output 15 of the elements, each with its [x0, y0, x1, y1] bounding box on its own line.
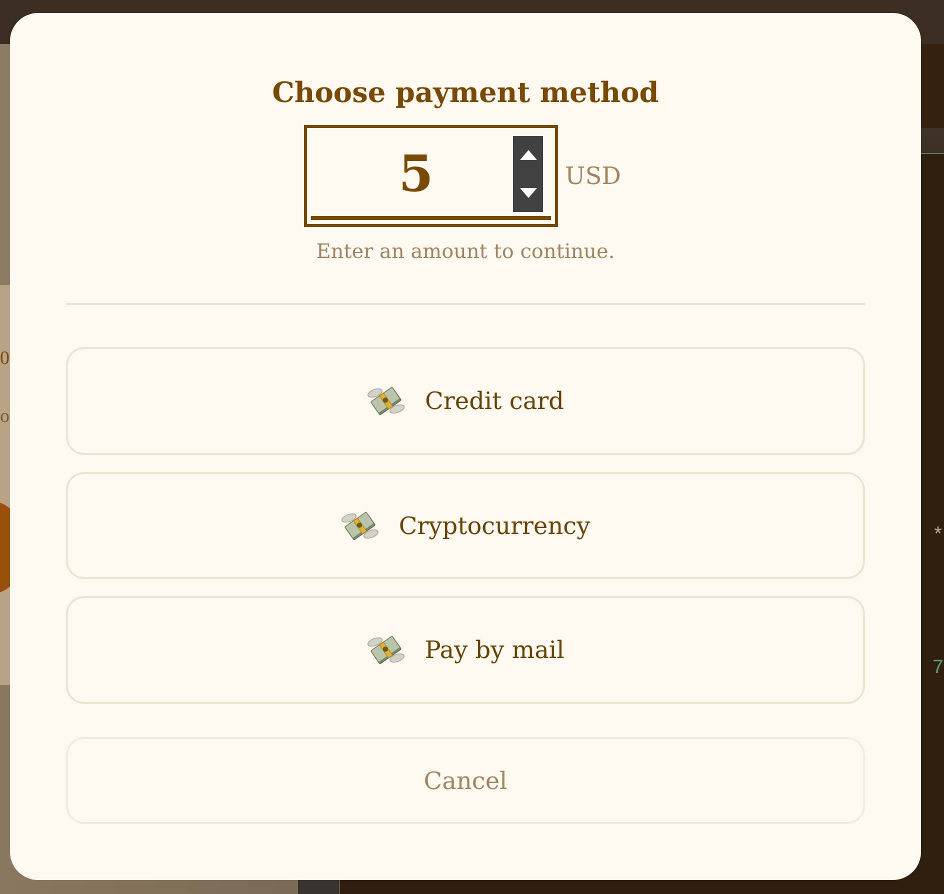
- backdrop-text: o: [0, 405, 10, 429]
- hint-text: Enter an amount to continue.: [315, 239, 616, 263]
- payment-method-button[interactable]: Credit card: [66, 347, 865, 455]
- payment-method-button[interactable]: Pay by mail: [66, 596, 865, 704]
- code-text: *: [932, 525, 944, 549]
- code-text: 7: [932, 657, 944, 681]
- up-triangle-icon[interactable]: [520, 150, 537, 160]
- dialog-title: Choose payment method: [271, 75, 660, 111]
- currency-label: USD: [565, 161, 621, 191]
- down-triangle-icon[interactable]: [520, 188, 537, 198]
- backdrop-text: 0: [0, 347, 10, 371]
- number-stepper[interactable]: [513, 136, 544, 212]
- payment-method-button[interactable]: Cryptocurrency: [66, 472, 865, 580]
- amount-input[interactable]: 5: [311, 136, 514, 212]
- amount-field[interactable]: 5: [304, 125, 558, 227]
